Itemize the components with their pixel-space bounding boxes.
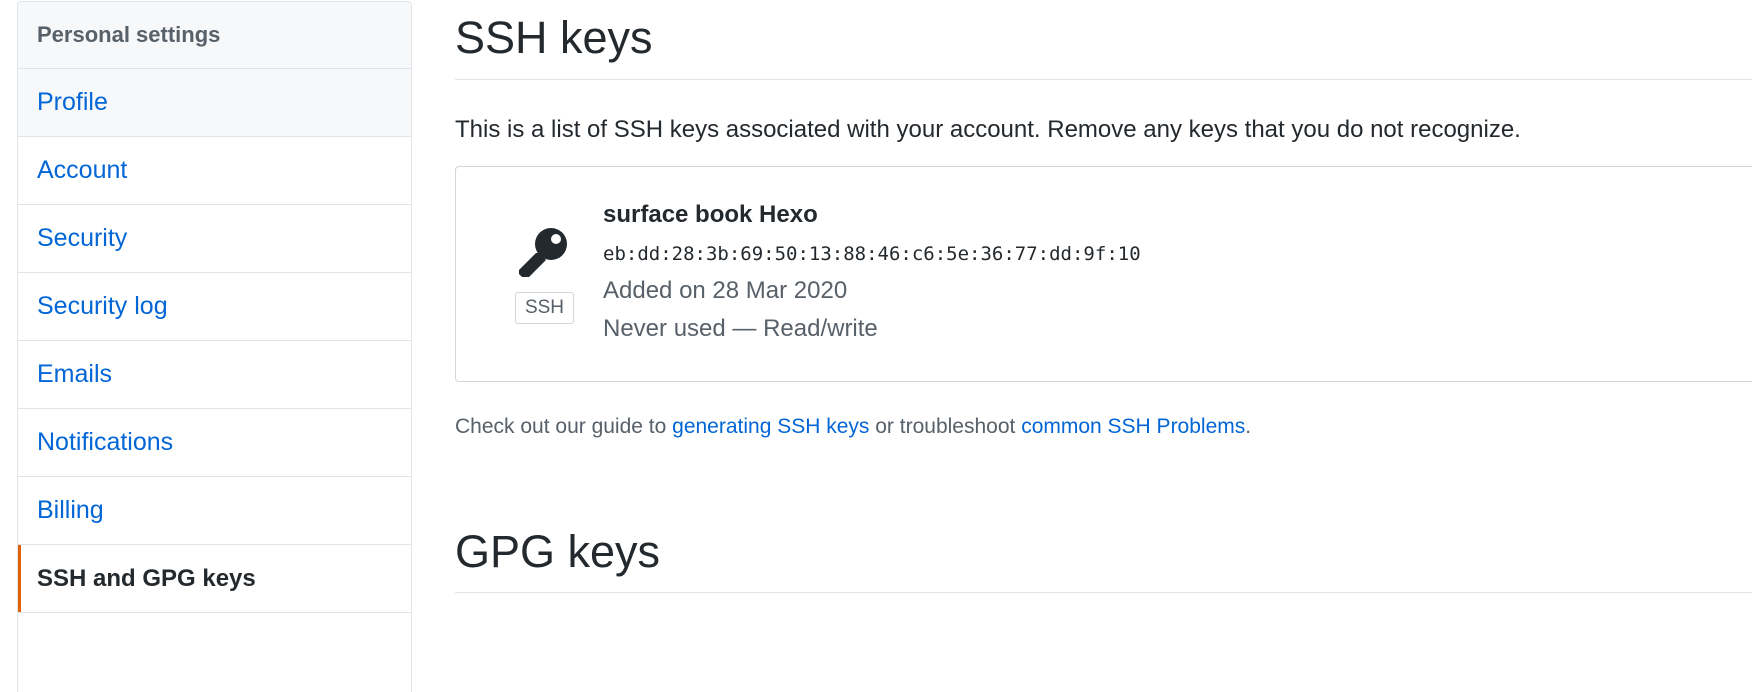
ssh-key-added-date: Added on 28 Mar 2020 — [603, 277, 848, 304]
guide-prefix: Check out our guide to — [455, 415, 673, 438]
sidebar-item-notifications[interactable]: Notifications — [18, 409, 411, 477]
sidebar-item-security-log[interactable]: Security log — [18, 273, 411, 341]
ssh-key-fingerprint: eb:dd:28:3b:69:50:13:88:46:c6:5e:36:77:d… — [603, 243, 1141, 265]
gpg-keys-title: GPG keys — [455, 526, 661, 577]
guide-middle: or troubleshoot — [869, 415, 1022, 438]
ssh-type-badge: SSH — [515, 292, 574, 324]
ssh-intro-text: This is a list of SSH keys associated wi… — [455, 116, 1521, 143]
settings-page: Personal settings Profile Account Securi… — [0, 0, 1752, 692]
common-ssh-problems-link[interactable]: common SSH Problems — [1021, 415, 1245, 438]
sidebar-item-emails[interactable]: Emails — [18, 341, 411, 409]
ssh-title-divider — [455, 79, 1752, 80]
sidebar-item-profile[interactable]: Profile — [18, 69, 411, 137]
sidebar-item-ssh-gpg-keys[interactable]: SSH and GPG keys — [18, 545, 411, 613]
ssh-keys-title: SSH keys — [455, 12, 653, 63]
ssh-key-usage: Never used — Read/write — [603, 315, 878, 342]
generating-ssh-keys-link[interactable]: generating SSH keys — [672, 415, 869, 438]
settings-sidebar: Personal settings Profile Account Securi… — [17, 1, 412, 692]
ssh-guide-text: Check out our guide to generating SSH ke… — [455, 415, 1251, 439]
sidebar-item-security[interactable]: Security — [18, 205, 411, 273]
sidebar-item-account[interactable]: Account — [18, 137, 411, 205]
key-icon — [516, 225, 572, 281]
gpg-title-divider — [455, 592, 1752, 593]
ssh-key-item: SSH surface book Hexo eb:dd:28:3b:69:50:… — [455, 166, 1752, 382]
sidebar-header: Personal settings — [18, 2, 411, 69]
sidebar-item-billing[interactable]: Billing — [18, 477, 411, 545]
ssh-key-name: surface book Hexo — [603, 201, 818, 228]
guide-suffix: . — [1245, 415, 1252, 438]
